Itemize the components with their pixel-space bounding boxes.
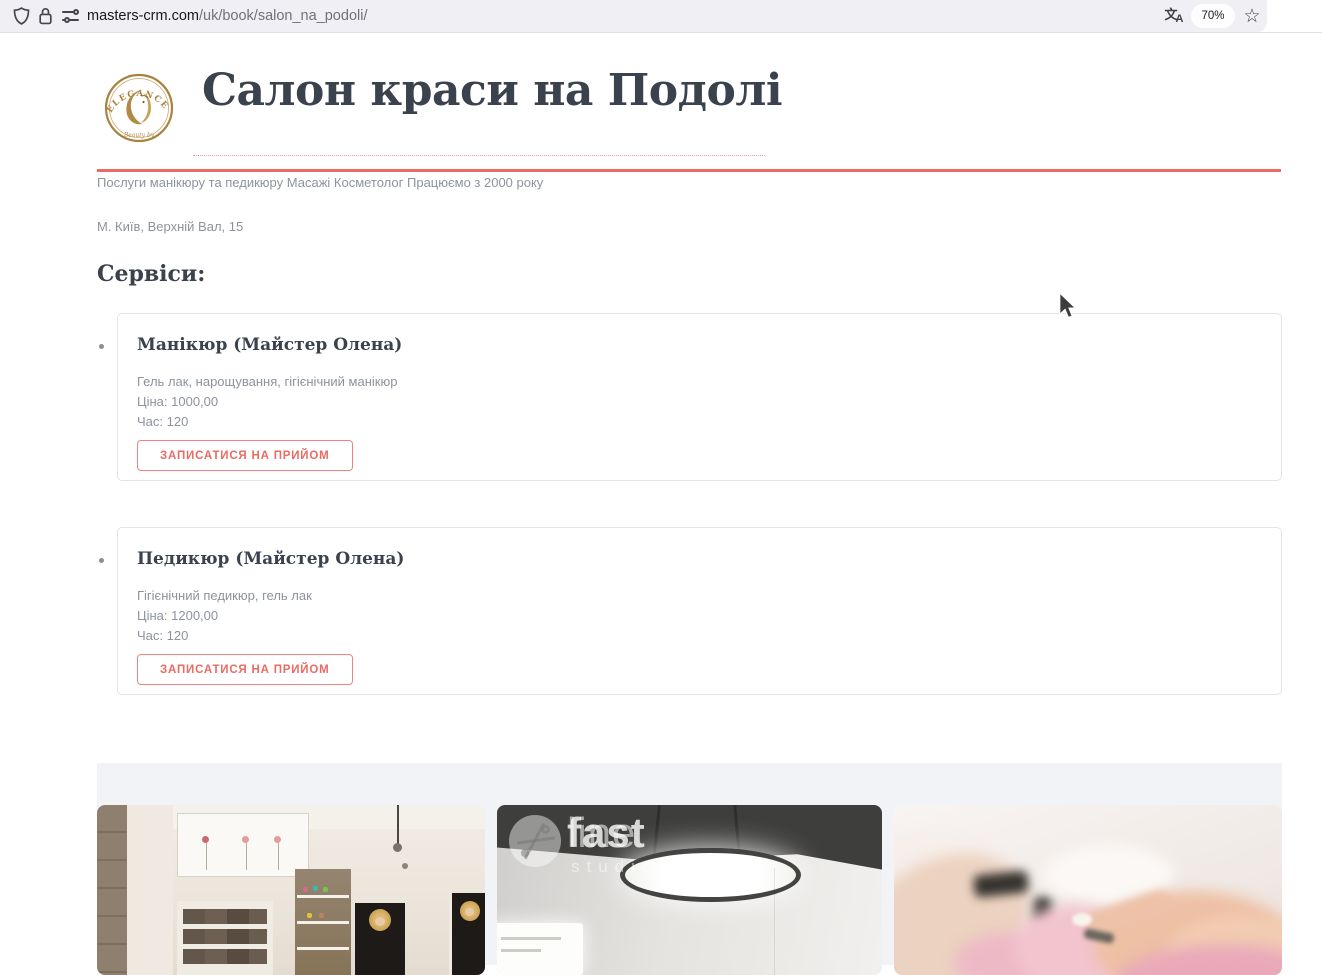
service-card-manicure: Манікюр (Майстер Олена) Гель лак, нарощу… xyxy=(117,313,1282,481)
url-text[interactable]: masters-crm.com/uk/book/salon_na_podoli/ xyxy=(87,0,367,32)
salon-logo: ELEGANCE BEAUTY Beauty by xyxy=(97,66,181,150)
watermark-subtext: studio xyxy=(571,857,658,877)
shield-icon[interactable] xyxy=(8,0,34,32)
service-duration: Час: 120 xyxy=(137,412,1262,432)
service-description: Гігієнічний педикюр, гель лак xyxy=(137,586,1262,606)
translate-icon[interactable]: 文A xyxy=(1160,0,1190,32)
url-bar[interactable]: masters-crm.com/uk/book/salon_na_podoli/ xyxy=(0,0,1267,32)
url-path[interactable]: /uk/book/salon_na_podoli/ xyxy=(199,8,368,24)
permissions-icon[interactable] xyxy=(57,0,83,32)
svg-text:ELEGANCE BEAUTY: ELEGANCE BEAUTY xyxy=(97,66,173,115)
salon-description: Послуги манікюру та педикюру Масажі Косм… xyxy=(97,175,543,190)
elegance-beauty-emblem: ELEGANCE BEAUTY Beauty by xyxy=(97,66,181,150)
service-price: Ціна: 1000,00 xyxy=(137,392,1262,412)
mouse-cursor xyxy=(1058,292,1077,324)
header-dotted-divider xyxy=(193,155,765,156)
zoom-level-indicator[interactable]: 70% xyxy=(1191,4,1235,28)
service-title: Манікюр (Майстер Олена) xyxy=(137,335,1262,355)
gallery-section: fastline studio xyxy=(97,763,1282,965)
list-bullet xyxy=(99,558,104,563)
svg-text:Beauty by: Beauty by xyxy=(123,132,155,139)
url-domain[interactable]: masters-crm.com xyxy=(87,8,199,24)
browser-toolbar: masters-crm.com/uk/book/salon_na_podoli/… xyxy=(0,0,1322,33)
salon-address: М. Київ, Верхній Вал, 15 xyxy=(97,219,243,234)
watermark-logo xyxy=(509,815,561,867)
gallery-photo-lamp: fastline studio xyxy=(497,805,882,975)
service-title: Педикюр (Майстер Олена) xyxy=(137,549,1262,569)
lock-icon[interactable] xyxy=(32,0,58,32)
service-price: Ціна: 1200,00 xyxy=(137,606,1262,626)
service-description: Гель лак, нарощування, гігієнічний манік… xyxy=(137,372,1262,392)
gallery-photo-manicure xyxy=(894,805,1282,975)
book-appointment-button[interactable]: ЗАПИСАТИСЯ НА ПРИЙОМ xyxy=(137,440,353,471)
book-appointment-button[interactable]: ЗАПИСАТИСЯ НА ПРИЙОМ xyxy=(137,654,353,685)
list-bullet xyxy=(99,344,104,349)
service-duration: Час: 120 xyxy=(137,626,1262,646)
services-heading: Сервіси: xyxy=(97,261,205,287)
bookmark-star-icon[interactable]: ☆ xyxy=(1237,0,1267,32)
service-card-pedicure: Педикюр (Майстер Олена) Гігієнічний педи… xyxy=(117,527,1282,695)
gallery-photo-interior xyxy=(97,805,485,975)
page-title: Салон краси на Подолі xyxy=(202,68,782,114)
accent-divider xyxy=(97,169,1281,172)
